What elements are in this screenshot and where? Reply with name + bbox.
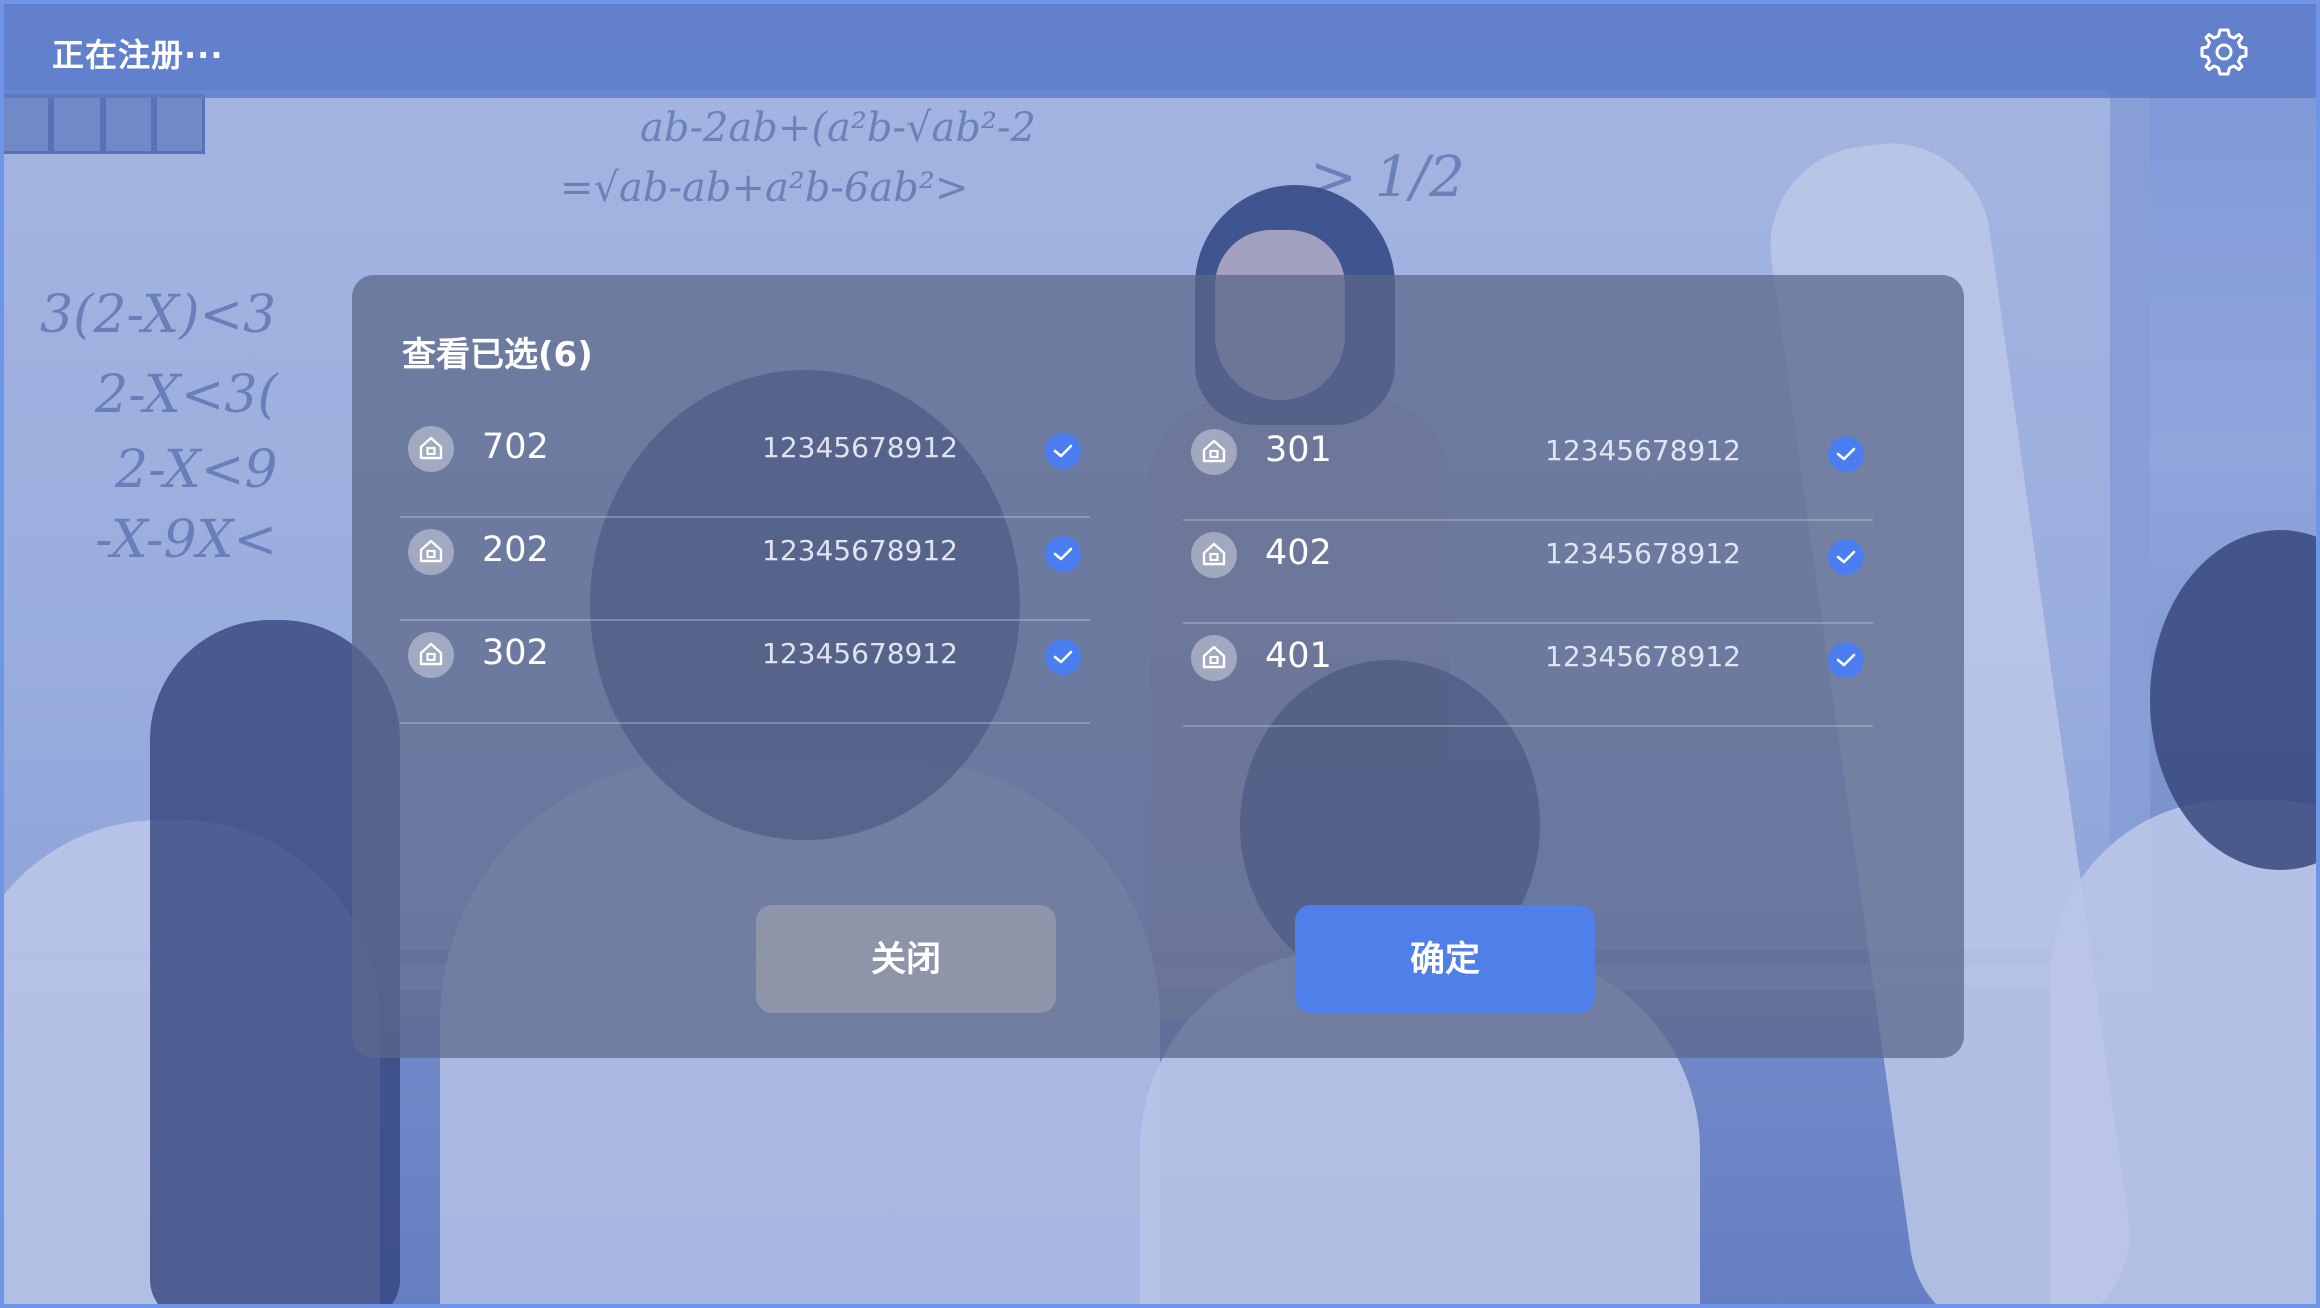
phone-number: 12345678912: [1545, 434, 1741, 467]
list-item[interactable]: 301 12345678912: [1183, 418, 1873, 521]
list-item[interactable]: 202 12345678912: [400, 518, 1090, 621]
dialog-title: 查看已选(6): [402, 335, 593, 375]
top-bar: 正在注册···: [0, 0, 2320, 98]
selected-list-right: 301 12345678912 402 12345678912 401 1234…: [1183, 418, 1873, 727]
home-icon: [1191, 635, 1237, 681]
phone-number: 12345678912: [762, 637, 958, 670]
list-item[interactable]: 402 12345678912: [1183, 521, 1873, 624]
app-screen: ab-2ab+(a²b-√ab²-2 =√ab-ab+a²b-6ab²> 3(2…: [0, 0, 2320, 1308]
gear-icon[interactable]: [2198, 26, 2250, 78]
room-number: 702: [482, 427, 549, 467]
check-icon[interactable]: [1828, 642, 1864, 678]
phone-number: 12345678912: [762, 431, 958, 464]
selected-dialog: 查看已选(6) 702 12345678912 202 12345678912: [352, 275, 1964, 1058]
selected-list-left: 702 12345678912 202 12345678912 302 1234…: [400, 415, 1090, 724]
home-icon: [1191, 429, 1237, 475]
phone-number: 12345678912: [1545, 640, 1741, 673]
home-icon: [408, 529, 454, 575]
phone-number: 12345678912: [762, 534, 958, 567]
list-item[interactable]: 302 12345678912: [400, 621, 1090, 724]
check-icon[interactable]: [1828, 436, 1864, 472]
check-icon[interactable]: [1045, 639, 1081, 675]
check-icon[interactable]: [1828, 539, 1864, 575]
list-item[interactable]: 702 12345678912: [400, 415, 1090, 518]
room-number: 402: [1265, 533, 1332, 573]
room-number: 401: [1265, 636, 1332, 676]
status-title: 正在注册···: [52, 36, 224, 74]
room-number: 301: [1265, 430, 1332, 470]
home-icon: [408, 632, 454, 678]
room-number: 202: [482, 530, 549, 570]
home-icon: [408, 426, 454, 472]
check-icon[interactable]: [1045, 433, 1081, 469]
confirm-button[interactable]: 确定: [1295, 905, 1595, 1013]
home-icon: [1191, 532, 1237, 578]
phone-number: 12345678912: [1545, 537, 1741, 570]
check-icon[interactable]: [1045, 536, 1081, 572]
room-number: 302: [482, 633, 549, 673]
list-item[interactable]: 401 12345678912: [1183, 624, 1873, 727]
close-button[interactable]: 关闭: [756, 905, 1056, 1013]
